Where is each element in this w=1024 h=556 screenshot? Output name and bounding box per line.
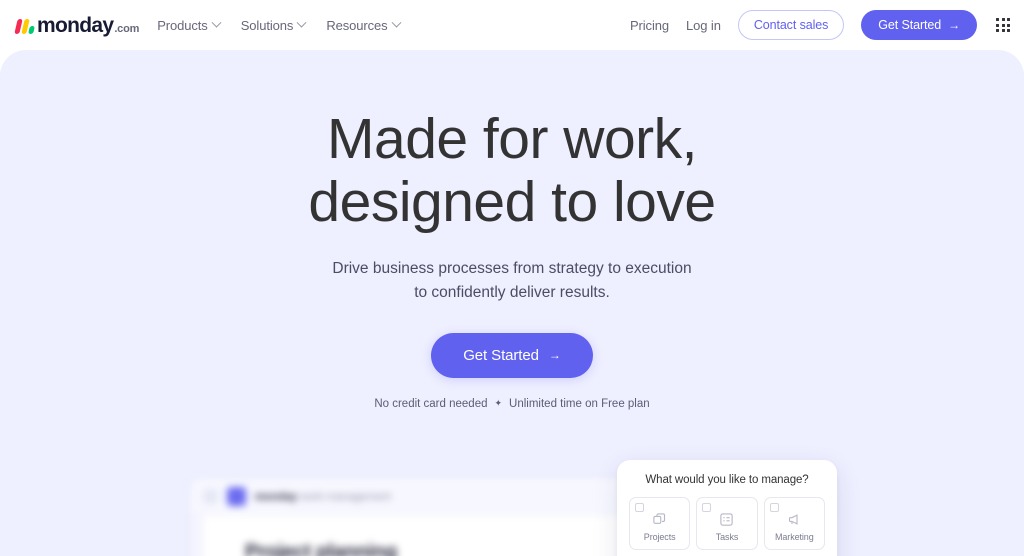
page-title: Made for work, designed to love [0,107,1024,235]
nav-item-products-label: Products [157,17,208,33]
checkbox[interactable] [702,503,712,512]
nav-pricing-link[interactable]: Pricing [630,18,669,33]
nav-item-resources-label: Resources [326,17,388,33]
logo-bar-green [28,25,35,34]
brand-tld: .com [114,22,140,35]
hero-get-started-label: Get Started [463,346,539,364]
hero-cta-wrapper: Get Started → [0,332,1024,378]
nav-item-products[interactable]: Products [157,17,222,33]
megaphone-icon [787,509,802,529]
menu-icon [203,489,218,504]
stacked-boards-icon [652,509,667,529]
hero-title-line-2: designed to love [308,170,716,235]
arrow-right-icon: → [548,348,561,363]
manage-picker-card: What would you like to manage? Projects … [617,460,837,556]
picker-option-label: Tasks [715,532,739,542]
nav-get-started-button[interactable]: Get Started → [861,10,977,40]
nav-item-solutions-label: Solutions [240,17,294,33]
hero-get-started-button[interactable]: Get Started → [431,332,593,378]
picker-option-label: Marketing [775,532,814,542]
picker-option-marketing[interactable]: Marketing [763,497,825,550]
appshot-logo-icon [227,487,246,506]
appshot-product-name: monday work management [255,490,391,503]
logo-bars-icon [14,18,35,34]
hero-subtitle: Drive business processes from strategy t… [0,257,1024,305]
picker-title: What would you like to manage? [645,474,809,486]
nav-get-started-label: Get Started [878,18,942,32]
contact-sales-button[interactable]: Contact sales [737,10,845,40]
hero-note-left: No credit card needed [374,397,488,410]
chevron-down-icon [296,17,307,28]
arrow-right-icon: → [948,18,960,32]
chevron-down-icon [211,17,222,28]
grid-apps-icon[interactable] [996,18,1010,32]
top-navbar: monday .com Products Solutions Resources… [0,0,1024,50]
picker-option-tasks[interactable]: Tasks [696,497,758,550]
checklist-icon [719,509,734,529]
sparkle-icon: ✦ [494,398,503,409]
nav-item-solutions[interactable]: Solutions [240,17,307,33]
primary-nav: Products Solutions Resources [157,17,402,33]
hero-section: Made for work, designed to love Drive bu… [0,50,1024,556]
nav-login-link[interactable]: Log in [686,18,721,33]
hero-note-right: Unlimited time on Free plan [509,397,650,410]
picker-options-grid: Projects Tasks Marketing [629,497,825,556]
checkbox[interactable] [769,503,779,512]
monday-logo[interactable]: monday .com [14,13,140,37]
hero-fine-print: No credit card needed ✦ Unlimited time o… [0,398,1024,410]
nav-item-resources[interactable]: Resources [326,17,402,33]
hero-title-line-1: Made for work, [327,107,697,171]
hero-subtitle-line-2: to confidently deliver results. [414,283,610,301]
nav-actions: Pricing Log in Contact sales Get Started… [630,10,1010,40]
picker-option-projects[interactable]: Projects [629,497,691,550]
chevron-down-icon [391,17,402,28]
hero-subtitle-line-1: Drive business processes from strategy t… [332,259,692,277]
brand-name: monday [37,13,114,37]
picker-option-label: Projects [643,532,676,542]
checkbox[interactable] [635,503,644,512]
appshot-side-rail [191,515,203,556]
